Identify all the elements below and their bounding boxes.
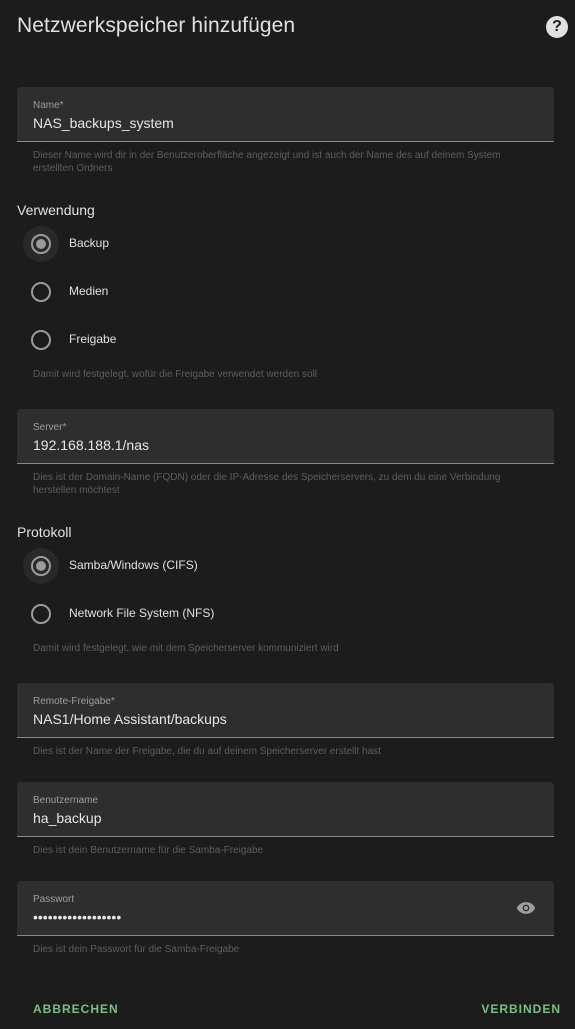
radio-button-checked[interactable]	[31, 556, 51, 576]
username-field-value: ha_backup	[33, 810, 102, 826]
username-field-label: Benutzername	[33, 795, 99, 806]
dialog-title: Netzwerkspeicher hinzufügen	[17, 14, 296, 37]
remote-share-field-label: Remote-Freigabe*	[33, 696, 115, 707]
name-field[interactable]: Name* NAS_backups_system	[17, 87, 554, 142]
protocol-section-title: Protokoll	[17, 524, 72, 540]
connect-button[interactable]: VERBINDEN	[481, 1002, 561, 1016]
server-field-value: 192.168.188.1/nas	[33, 437, 149, 453]
radio-button[interactable]	[31, 604, 51, 624]
protocol-helper-text: Damit wird festgelegt, wie mit dem Speic…	[33, 643, 339, 654]
username-helper-text: Dies ist dein Benutzername für die Samba…	[33, 845, 264, 856]
name-helper-text: Dieser Name wird dir in der Benutzerober…	[33, 150, 501, 174]
remote-share-field[interactable]: Remote-Freigabe* NAS1/Home Assistant/bac…	[17, 683, 554, 738]
password-field-value: ••••••••••••••••••	[33, 909, 122, 925]
help-icon[interactable]: ?	[546, 16, 568, 38]
remote-share-field-value: NAS1/Home Assistant/backups	[33, 711, 227, 727]
radio-usage-backup[interactable]: Backup	[23, 226, 331, 262]
radio-protocol-cifs[interactable]: Samba/Windows (CIFS)	[23, 548, 331, 584]
radio-label: Freigabe	[69, 332, 117, 346]
radio-label: Backup	[69, 236, 110, 250]
radio-usage-media[interactable]: Medien	[31, 282, 331, 304]
cancel-button[interactable]: ABBRECHEN	[33, 1002, 119, 1016]
radio-label: Network File System (NFS)	[69, 606, 215, 620]
remote-share-helper-text: Dies ist der Name der Freigabe, die du a…	[33, 746, 381, 757]
name-field-value: NAS_backups_system	[33, 115, 174, 131]
radio-protocol-nfs[interactable]: Network File System (NFS)	[31, 604, 331, 626]
name-field-label: Name*	[33, 100, 64, 111]
radio-button[interactable]	[31, 282, 51, 302]
radio-label: Samba/Windows (CIFS)	[69, 558, 198, 572]
password-field[interactable]: Passwort ••••••••••••••••••	[17, 881, 554, 936]
eye-icon[interactable]	[516, 901, 536, 915]
server-field-label: Server*	[33, 422, 67, 433]
server-helper-text: Dies ist der Domain-Name (FQDN) oder die…	[33, 472, 501, 496]
username-field[interactable]: Benutzername ha_backup	[17, 782, 554, 837]
password-helper-text: Dies ist dein Passwort für die Samba-Fre…	[33, 944, 240, 955]
add-network-storage-dialog: Netzwerkspeicher hinzufügen ? Name* NAS_…	[0, 0, 575, 1029]
radio-button-checked[interactable]	[31, 234, 51, 254]
radio-label: Medien	[69, 284, 109, 298]
password-field-label: Passwort	[33, 894, 75, 905]
usage-helper-text: Damit wird festgelegt, wofür die Freigab…	[33, 369, 318, 380]
radio-button[interactable]	[31, 330, 51, 350]
radio-usage-share[interactable]: Freigabe	[31, 330, 331, 352]
server-field[interactable]: Server* 192.168.188.1/nas	[17, 409, 554, 464]
usage-section-title: Verwendung	[17, 202, 95, 218]
